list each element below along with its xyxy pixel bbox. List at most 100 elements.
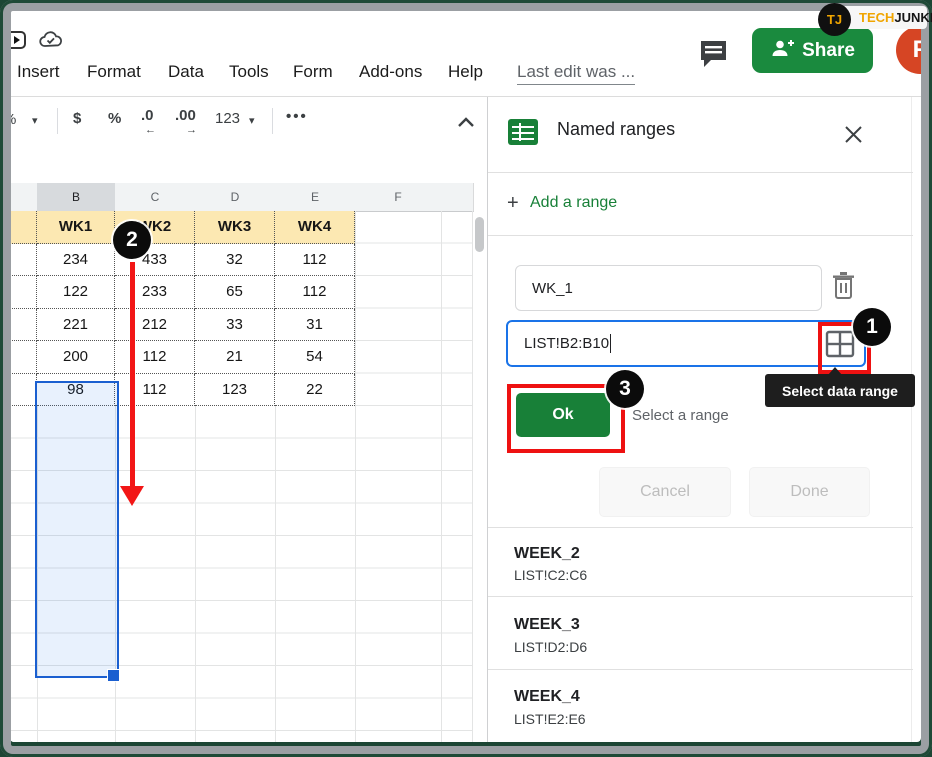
column-header-a[interactable] bbox=[10, 183, 38, 212]
ok-button[interactable]: Ok bbox=[516, 393, 610, 437]
cell[interactable]: 234 bbox=[37, 244, 115, 277]
cell-wk4[interactable]: WK4 bbox=[275, 211, 355, 244]
cell[interactable]: 233 bbox=[115, 276, 195, 309]
panel-divider bbox=[488, 172, 913, 173]
panel-divider bbox=[488, 596, 913, 597]
named-range-entry-name[interactable]: WEEK_2 bbox=[514, 545, 580, 563]
more-formats-caret-icon[interactable]: ▾ bbox=[249, 114, 255, 127]
present-icon[interactable] bbox=[10, 30, 26, 55]
cell-wk3[interactable]: WK3 bbox=[195, 211, 275, 244]
named-range-entry-range: LIST!C2:C6 bbox=[514, 567, 587, 583]
done-button[interactable]: Done bbox=[749, 467, 870, 517]
tooltip-label: Select data range bbox=[782, 383, 898, 399]
share-button[interactable]: Share bbox=[752, 28, 873, 73]
column-header-f[interactable]: F bbox=[355, 183, 442, 212]
cell[interactable]: 33 bbox=[195, 309, 275, 342]
column-header-g[interactable] bbox=[441, 183, 474, 212]
add-a-range-button[interactable]: Add a range bbox=[530, 194, 617, 212]
range-name-input[interactable]: WK_1 bbox=[515, 265, 822, 311]
increase-decimal-arrow-icon: → bbox=[186, 124, 197, 136]
named-ranges-icon bbox=[508, 118, 539, 151]
spreadsheet-grid: B C D E F WK1 WK2 WK3 WK4 234 433 bbox=[10, 149, 487, 742]
delete-range-icon[interactable] bbox=[830, 271, 857, 305]
select-data-range-icon[interactable] bbox=[825, 330, 855, 363]
cell[interactable]: 54 bbox=[275, 341, 355, 374]
cell[interactable] bbox=[10, 244, 37, 277]
cell[interactable]: 112 bbox=[275, 276, 355, 309]
done-label: Done bbox=[790, 483, 828, 501]
column-header-e[interactable]: E bbox=[275, 183, 356, 212]
decrease-decimal-arrow-icon: ← bbox=[145, 124, 156, 136]
increase-decimal-button[interactable]: .00 bbox=[175, 107, 196, 124]
cell[interactable]: 32 bbox=[195, 244, 275, 277]
decrease-decimal-button[interactable]: .0 bbox=[141, 107, 154, 124]
panel-scroll-track bbox=[911, 97, 912, 742]
cell[interactable]: 65 bbox=[195, 276, 275, 309]
cancel-button[interactable]: Cancel bbox=[599, 467, 731, 517]
menu-insert[interactable]: Insert bbox=[17, 62, 60, 82]
last-edit-link[interactable]: Last edit was ... bbox=[517, 62, 635, 85]
comment-icon[interactable] bbox=[698, 38, 729, 74]
cell[interactable]: 122 bbox=[37, 276, 115, 309]
cell[interactable]: 112 bbox=[115, 374, 195, 407]
account-avatar[interactable]: F bbox=[896, 26, 921, 74]
cell[interactable] bbox=[10, 276, 37, 309]
gridline bbox=[355, 211, 356, 742]
column-header-b[interactable]: B bbox=[37, 183, 116, 212]
percent-format-button[interactable]: % bbox=[108, 110, 121, 127]
cell[interactable]: 21 bbox=[195, 341, 275, 374]
table-row: WK1 WK2 WK3 WK4 bbox=[10, 211, 355, 244]
cell[interactable]: 31 bbox=[275, 309, 355, 342]
table-row: 200 112 21 54 bbox=[10, 341, 355, 374]
annotation-arrow-head bbox=[120, 486, 144, 506]
sheet-scrollbar-thumb[interactable] bbox=[475, 217, 484, 252]
cell[interactable] bbox=[10, 309, 37, 342]
cell[interactable]: 212 bbox=[115, 309, 195, 342]
column-header-d[interactable]: D bbox=[195, 183, 276, 212]
menu-format[interactable]: Format bbox=[87, 62, 141, 82]
cell[interactable]: 221 bbox=[37, 309, 115, 342]
sheet-data-table: WK1 WK2 WK3 WK4 234 433 32 112 122 233 6… bbox=[10, 211, 355, 406]
avatar-letter: F bbox=[913, 36, 921, 64]
cloud-saved-icon[interactable] bbox=[38, 30, 65, 56]
panel-title: Named ranges bbox=[557, 119, 675, 140]
zoom-caret-icon[interactable]: ▾ bbox=[32, 114, 38, 127]
menu-addons[interactable]: Add-ons bbox=[359, 62, 422, 82]
menu-form[interactable]: Form bbox=[293, 62, 333, 82]
cell[interactable]: 123 bbox=[195, 374, 275, 407]
close-icon[interactable] bbox=[844, 125, 863, 149]
named-range-entry-name[interactable]: WEEK_3 bbox=[514, 616, 580, 634]
table-row: 98 112 123 22 bbox=[10, 374, 355, 407]
menu-help[interactable]: Help bbox=[448, 62, 483, 82]
plus-icon: + bbox=[507, 192, 519, 215]
more-formats-button[interactable]: 123 bbox=[215, 110, 240, 127]
cell[interactable]: 98 bbox=[37, 374, 115, 407]
person-add-icon bbox=[770, 38, 794, 64]
cell-wk1[interactable]: WK1 bbox=[37, 211, 115, 244]
logo-text-junkie: JUNKIE bbox=[894, 10, 932, 25]
cell[interactable]: 112 bbox=[275, 244, 355, 277]
range-reference-input[interactable]: LIST!B2:B10 bbox=[506, 320, 866, 367]
fill-handle[interactable] bbox=[107, 669, 120, 682]
cell[interactable]: 22 bbox=[275, 374, 355, 407]
panel-divider bbox=[488, 669, 913, 670]
cell[interactable] bbox=[10, 374, 37, 407]
named-range-entry-name[interactable]: WEEK_4 bbox=[514, 688, 580, 706]
cell[interactable] bbox=[10, 341, 37, 374]
currency-format-button[interactable]: $ bbox=[73, 110, 81, 127]
cell[interactable]: 112 bbox=[115, 341, 195, 374]
table-row: 122 233 65 112 bbox=[10, 276, 355, 309]
select-a-range-hint: Select a range bbox=[632, 407, 729, 424]
toolbar-overflow-button[interactable]: ••• bbox=[286, 108, 308, 125]
toolbar-separator bbox=[272, 108, 273, 134]
column-header-c[interactable]: C bbox=[115, 183, 196, 212]
tooltip: Select data range bbox=[765, 374, 915, 407]
menu-data[interactable]: Data bbox=[168, 62, 204, 82]
table-row: 221 212 33 31 bbox=[10, 309, 355, 342]
cell[interactable] bbox=[10, 211, 37, 244]
techjunkie-logo: TECHJUNKIE bbox=[841, 6, 927, 29]
collapse-toolbar-icon[interactable] bbox=[457, 115, 475, 133]
named-range-entry-range: LIST!D2:D6 bbox=[514, 639, 587, 655]
menu-tools[interactable]: Tools bbox=[229, 62, 269, 82]
cell[interactable]: 200 bbox=[37, 341, 115, 374]
